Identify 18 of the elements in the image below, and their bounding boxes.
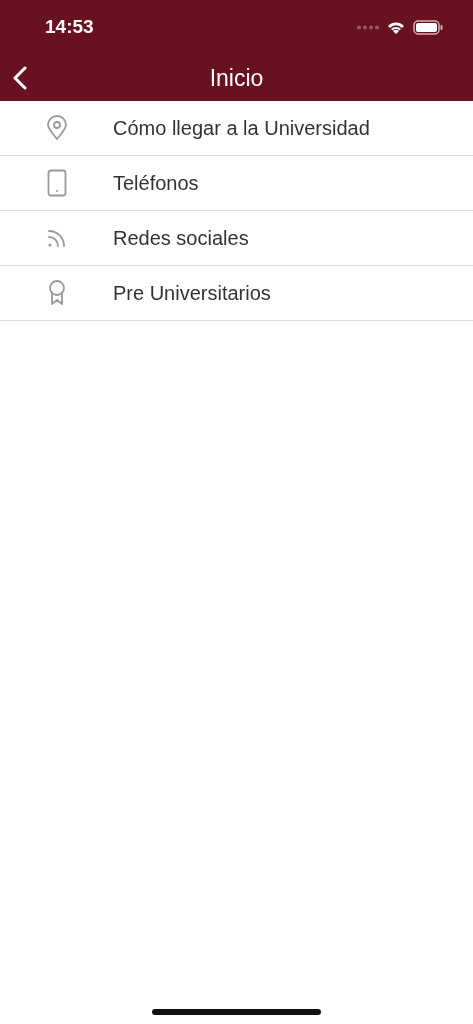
wifi-icon — [387, 20, 405, 35]
back-icon — [12, 65, 28, 90]
menu-item-label: Cómo llegar a la Universidad — [113, 116, 370, 141]
menu-item-label: Pre Universitarios — [113, 281, 271, 306]
signal-icon — [357, 25, 379, 30]
mobile-phone-icon — [46, 169, 67, 197]
menu-item[interactable]: Redes sociales — [0, 211, 473, 266]
battery-icon — [413, 20, 443, 35]
status-time: 14:53 — [45, 15, 94, 40]
menu-item-label: Teléfonos — [113, 171, 199, 196]
rss-feed-icon — [46, 228, 67, 248]
menu-item[interactable]: Pre Universitarios — [0, 266, 473, 321]
menu-item[interactable]: Teléfonos — [0, 156, 473, 211]
screen-title: Inicio — [209, 63, 264, 93]
menu-item[interactable]: Cómo llegar a la Universidad — [0, 101, 473, 156]
award-ribbon-icon — [46, 280, 67, 306]
location-pin-icon — [45, 115, 68, 141]
menu-item-label: Redes sociales — [113, 226, 249, 251]
